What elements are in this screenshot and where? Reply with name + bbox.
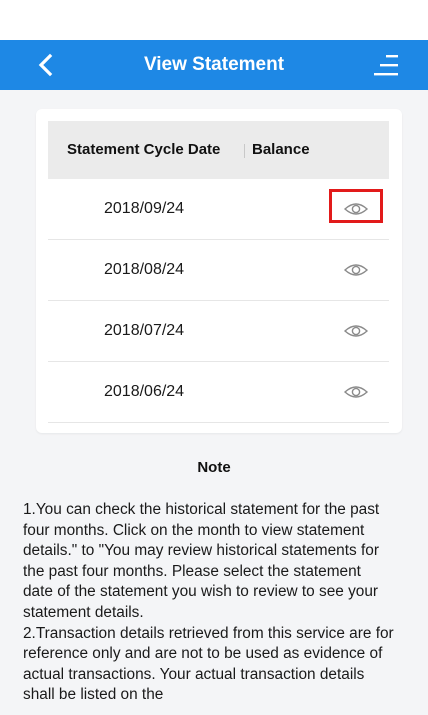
statement-date: 2018/06/24: [104, 383, 185, 400]
eye-icon: [343, 386, 369, 398]
statement-date: 2018/07/24: [104, 322, 185, 339]
eye-icon: [343, 325, 369, 337]
note-body: 1.You can check the historical statement…: [23, 501, 394, 704]
content-area: Statement Cycle Date Balance 2018/09/24 …: [0, 90, 428, 715]
table-row[interactable]: 2018/07/24: [48, 301, 389, 362]
eye-icon: [343, 264, 369, 276]
statement-date: 2018/08/24: [104, 261, 185, 278]
view-statement-button[interactable]: [342, 319, 370, 343]
table-row[interactable]: 2018/09/24: [48, 179, 389, 240]
column-header-balance: Balance: [252, 141, 310, 158]
view-statement-button[interactable]: [342, 197, 370, 221]
statement-card: Statement Cycle Date Balance 2018/09/24 …: [36, 109, 402, 433]
statement-date: 2018/09/24: [104, 200, 185, 217]
view-statement-button[interactable]: [342, 380, 370, 404]
table-header: Statement Cycle Date Balance: [48, 121, 389, 179]
menu-lines-icon: [374, 55, 398, 76]
app-bar: View Statement: [0, 40, 428, 90]
column-divider: [244, 144, 245, 158]
page-title: View Statement: [143, 54, 285, 75]
menu-button[interactable]: [372, 53, 400, 77]
note-title: Note: [197, 459, 231, 476]
table-row[interactable]: 2018/06/24: [48, 362, 389, 423]
column-header-date: Statement Cycle Date: [67, 141, 221, 158]
eye-icon: [343, 203, 369, 215]
status-bar: [0, 0, 428, 40]
view-statement-button[interactable]: [342, 258, 370, 282]
table-row[interactable]: 2018/08/24: [48, 240, 389, 301]
